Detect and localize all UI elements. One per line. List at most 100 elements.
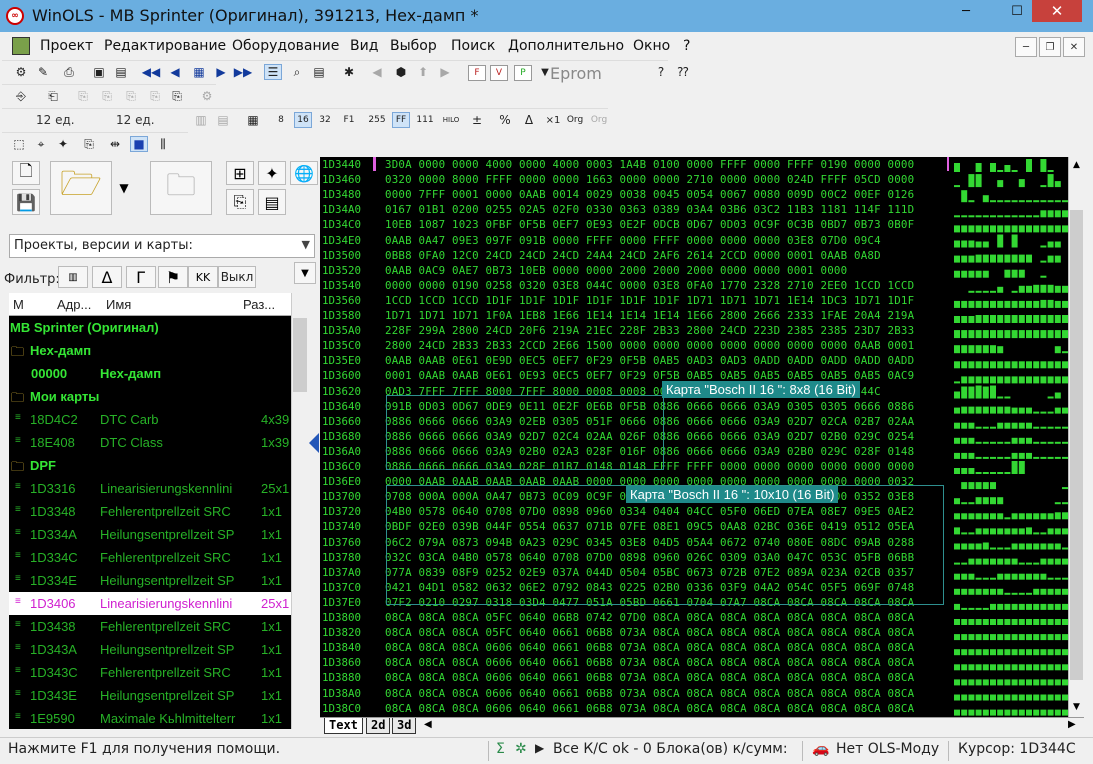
scroll-left-icon[interactable]: ◀ [424, 719, 432, 730]
hex-values[interactable]: 0320 0000 8000 FFFF 0000 0000 1663 0000 … [385, 173, 914, 186]
mdi-restore-button[interactable]: ❐ [1039, 37, 1061, 57]
bit32-icon[interactable]: 32 [316, 112, 334, 128]
help-icon[interactable]: ? [652, 64, 670, 80]
binary-icon[interactable]: 111 [416, 112, 434, 128]
export-button[interactable]: ⎘ [226, 189, 254, 215]
factor-icon[interactable]: ×1 [544, 112, 562, 128]
menu-help[interactable]: ? [683, 38, 690, 54]
col-m[interactable]: M [13, 297, 24, 312]
open-project-button[interactable]: 🗁 [50, 161, 112, 215]
new-map-button[interactable]: ⊞ [226, 161, 254, 185]
blank-icon[interactable]: ⎘ [146, 88, 164, 104]
filter-kk-button[interactable]: KK [188, 266, 218, 288]
context-help-icon[interactable]: ⁇ [674, 64, 692, 80]
hex-values[interactable]: 1D71 1D71 1D71 1F0A 1EB8 1E66 1E14 1E14 … [385, 309, 914, 322]
tools-icon[interactable]: ✎ [34, 64, 52, 80]
module-icon[interactable]: ⎘ [168, 88, 186, 104]
last-icon[interactable]: ▶▶ [234, 64, 252, 80]
block-icon[interactable]: ■ [130, 136, 148, 152]
tree-row[interactable]: ≡ 1D334A Heilungsentprellzeit SP 1x1 [9, 523, 291, 546]
filter-dropdown-button[interactable]: ▼ [294, 262, 316, 284]
menu-project[interactable]: Проект [40, 38, 93, 54]
original-icon[interactable]: Org [566, 112, 584, 128]
hex-values[interactable]: 08CA 08CA 08CA 0606 0640 0661 06B8 073A … [385, 702, 914, 715]
new-project-button[interactable]: 🗋 [12, 161, 40, 185]
tree-project[interactable]: MB Sprinter (Оригинал) [9, 316, 291, 339]
tree-row[interactable]: ≡ 1E9590 Maximale Kьhlmittelterr 1x1 [9, 707, 291, 729]
tree-row[interactable]: ≡ 18D4C2 DTC Carb 4x39 [9, 408, 291, 431]
maximize-button[interactable]: ☐ [1000, 0, 1034, 22]
hex-values[interactable]: 0167 01B1 0200 0255 02A5 02F0 0330 0363 … [385, 203, 914, 216]
read-icon[interactable]: ⎗ [44, 88, 62, 104]
hex-values[interactable]: 08CA 08CA 08CA 0606 0640 0661 06B8 073A … [385, 687, 914, 700]
col-size[interactable]: Раз... [243, 297, 275, 312]
tree-folder[interactable]: 🗀 Мои карты [9, 385, 291, 408]
flash-p-icon[interactable]: P [514, 65, 532, 81]
map-highlight-8x8[interactable] [386, 395, 664, 470]
chip-icon[interactable]: ⎆ [12, 88, 30, 104]
menu-extras[interactable]: Дополнительно [508, 38, 624, 54]
tree-row[interactable]: ≡ 1D334C Fehlerentprellzeit SRC 1x1 [9, 546, 291, 569]
tree-row[interactable]: ≡ 1D3438 Fehlerentprellzeit SRC 1x1 [9, 615, 291, 638]
map-properties-icon[interactable]: ▤ [310, 64, 328, 80]
settings-icon[interactable]: ⚙ [198, 88, 216, 104]
filter-type-button[interactable]: Г [126, 266, 156, 288]
column-width-label[interactable]: 12 ед. [36, 113, 75, 127]
hex-values[interactable]: 0AAB 0A47 09E3 097F 091B 0000 FFFF 0000 … [385, 234, 881, 247]
auto-map-button[interactable]: ✦ [258, 161, 286, 185]
menu-select[interactable]: Выбор [390, 38, 437, 54]
list-view-icon[interactable]: ☰ [264, 64, 282, 80]
columns-icon[interactable]: ▥ [192, 112, 210, 128]
save-button[interactable]: 💾 [12, 189, 40, 215]
menu-hardware[interactable]: Оборудование [232, 38, 339, 54]
tag-icon[interactable]: ⌖ [32, 136, 50, 152]
write-icon[interactable]: ⎘ [74, 88, 92, 104]
hex-values[interactable]: 0000 7FFF 0001 0000 0AAB 0014 0029 0038 … [385, 188, 914, 201]
tree-row[interactable]: 00000 Hex-дамп [9, 362, 291, 385]
forward-icon[interactable]: ▶ [436, 64, 454, 80]
tab-text[interactable]: Text [324, 718, 363, 734]
filter-flag-button[interactable]: ⚑ [158, 266, 188, 288]
menu-edit[interactable]: Редактирование [104, 38, 226, 54]
ruler-icon[interactable]: ⫼ [154, 136, 172, 152]
bit8-icon[interactable]: 8 [272, 112, 290, 128]
tab-3d[interactable]: 3d [392, 718, 417, 734]
minimize-button[interactable]: ─ [949, 0, 983, 22]
byte-order-icon[interactable]: HILO [442, 112, 460, 128]
delta-icon[interactable]: Δ [520, 112, 538, 128]
tree-row[interactable]: ≡ 18E408 DTC Class 1x39 [9, 431, 291, 454]
tab-2d[interactable]: 2d [366, 718, 391, 734]
menu-window[interactable]: Окно [633, 38, 670, 54]
eprom-label[interactable]: Eprom [550, 64, 602, 83]
mdi-close-button[interactable]: ✕ [1063, 37, 1085, 57]
tree-row[interactable]: ≡ 1D343A Heilungsentprellzeit SP 1x1 [9, 638, 291, 661]
tree-row[interactable]: ≡ 1D3406 Linearisierungskennlini 25x1 [9, 592, 291, 615]
window-icon[interactable]: ▣ [90, 64, 108, 80]
original-compare-icon[interactable]: Org [590, 112, 608, 128]
import-icon[interactable]: ⎘ [80, 136, 98, 152]
map-highlight-10x10[interactable] [386, 485, 944, 605]
tree-row[interactable]: ≡ 1D343C Fehlerentprellzeit SRC 1x1 [9, 661, 291, 684]
print-icon[interactable]: ⎙ [60, 64, 78, 80]
flash-v-icon[interactable]: V [490, 65, 508, 81]
hex-grid-icon[interactable]: ▦ [244, 112, 262, 128]
scroll-up-icon[interactable]: ▲ [1070, 160, 1083, 173]
project-folder-button[interactable]: 🗀 [150, 161, 212, 215]
tree-row[interactable]: ≡ 1D334E Heilungsentprellzeit SP 1x1 [9, 569, 291, 592]
hex-values[interactable]: 08CA 08CA 08CA 0606 0640 0661 06B8 073A … [385, 656, 914, 669]
filter-off-button[interactable]: Выкл [218, 266, 256, 288]
hex-values[interactable]: 0AAB 0AC9 0AE7 0B73 10EB 0000 0000 2000 … [385, 264, 847, 277]
tree-scroll-thumb[interactable] [293, 318, 307, 392]
hex-dump-view[interactable]: 1D3440 3D0A 0000 0000 4000 0000 4000 0003… [320, 157, 1084, 717]
row-width-label[interactable]: 12 ед. [116, 113, 155, 127]
filter-columns-button[interactable]: ▥ [58, 266, 88, 288]
next-icon[interactable]: ▶ [212, 64, 230, 80]
document-icon[interactable] [12, 37, 30, 55]
connect-icon[interactable]: ✱ [340, 64, 358, 80]
hex-values[interactable]: 0BB8 0FA0 12C0 24CD 24CD 24CD 24A4 24CD … [385, 249, 881, 262]
hex-values[interactable]: 2800 24CD 2B33 2B33 2CCD 2E66 1500 0000 … [385, 339, 914, 352]
hex-scroll-thumb[interactable] [1070, 210, 1083, 680]
rows-icon[interactable]: ▤ [214, 112, 232, 128]
first-icon[interactable]: ◀◀ [142, 64, 160, 80]
hex-values[interactable]: 08CA 08CA 08CA 0606 0640 0661 06B8 073A … [385, 671, 914, 684]
